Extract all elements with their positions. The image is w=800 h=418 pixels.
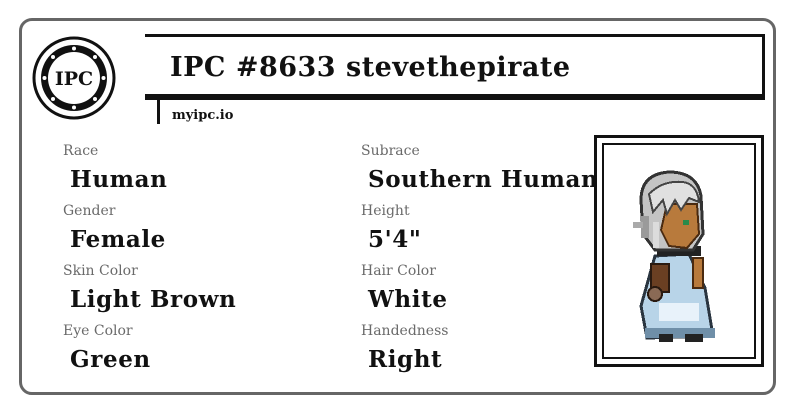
field-label-eye-color: Eye Color: [63, 323, 133, 339]
field-label-hair-color: Hair Color: [361, 263, 436, 279]
field-value-hair-color: White: [368, 286, 448, 313]
ipc-seal-logo: IPC: [32, 36, 116, 120]
divider: [157, 100, 160, 124]
field-label-handedness: Handedness: [361, 323, 449, 339]
field-value-skin-color: Light Brown: [70, 286, 237, 313]
field-label-race: Race: [63, 143, 99, 159]
field-value-race: Human: [70, 166, 168, 193]
field-value-height: 5'4": [368, 226, 422, 253]
field-label-subrace: Subrace: [361, 143, 420, 159]
field-value-gender: Female: [70, 226, 166, 253]
field-label-skin-color: Skin Color: [63, 263, 138, 279]
character-sprite-icon: [633, 170, 715, 342]
field-value-handedness: Right: [368, 346, 443, 373]
field-label-gender: Gender: [63, 203, 116, 219]
field-label-height: Height: [361, 203, 410, 219]
page-title: IPC #8633 stevethepirate: [170, 52, 571, 83]
field-value-subrace: Southern Human: [368, 166, 599, 193]
seal-text: IPC: [55, 68, 93, 90]
site-link[interactable]: myipc.io: [172, 108, 233, 123]
character-portrait: [594, 135, 764, 367]
field-value-eye-color: Green: [70, 346, 151, 373]
